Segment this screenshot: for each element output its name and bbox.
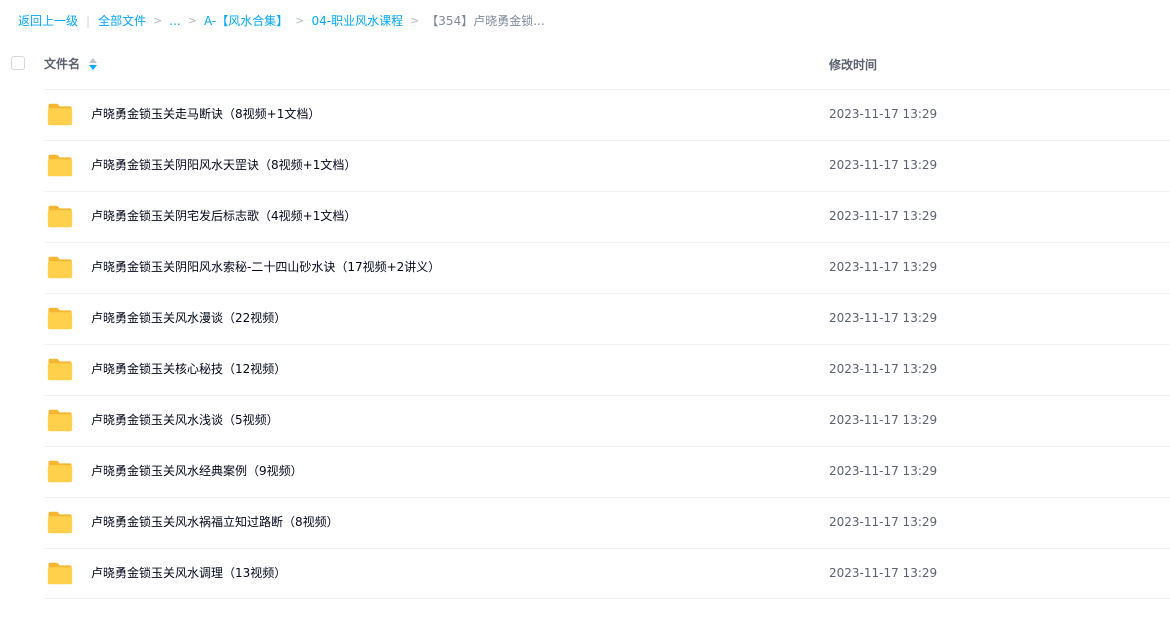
folder-icon (47, 511, 73, 534)
table-row[interactable]: 卢晓勇金锁玉关风水调理（13视频） 2023-11-17 13:29 (0, 548, 1170, 599)
table-row[interactable]: 卢晓勇金锁玉关阴阳风水索秘-二十四山砂水诀（17视频+2讲义） 2023-11-1… (0, 242, 1170, 293)
file-list: 卢晓勇金锁玉关走马断诀（8视频+1文档） 2023-11-17 13:29 卢晓勇金… (0, 89, 1170, 599)
folder-icon (47, 205, 73, 228)
table-row[interactable]: 卢晓勇金锁玉关阴阳风水天罡诀（8视频+1文档） 2023-11-17 13:29 (0, 140, 1170, 191)
file-name[interactable]: 卢晓勇金锁玉关核心秘技（12视频） (91, 361, 286, 377)
folder-icon (47, 562, 73, 585)
file-name[interactable]: 卢晓勇金锁玉关走马断诀（8视频+1文档） (91, 106, 320, 122)
breadcrumb-current: 【354】卢晓勇金锁... (426, 14, 545, 28)
folder-icon (47, 154, 73, 177)
modified-time: 2023-11-17 13:29 (829, 413, 938, 427)
breadcrumb-root[interactable]: 全部文件 (98, 12, 146, 30)
column-header-name-label: 文件名 (44, 57, 81, 71)
modified-time: 2023-11-17 13:29 (829, 260, 938, 274)
modified-time: 2023-11-17 13:29 (829, 311, 938, 325)
column-header-time[interactable]: 修改时间 (829, 56, 877, 73)
folder-icon (47, 307, 73, 330)
folder-icon (47, 256, 73, 279)
file-name[interactable]: 卢晓勇金锁玉关阴阳风水天罡诀（8视频+1文档） (91, 157, 356, 173)
table-row[interactable]: 卢晓勇金锁玉关风水经典案例（9视频） 2023-11-17 13:29 (0, 446, 1170, 497)
column-header-name[interactable]: 文件名 (44, 55, 98, 72)
table-row[interactable]: 卢晓勇金锁玉关风水祸福立知过路断（8视频） 2023-11-17 13:29 (0, 497, 1170, 548)
modified-time: 2023-11-17 13:29 (829, 107, 938, 121)
table-row[interactable]: 卢晓勇金锁玉关风水漫谈（22视频） 2023-11-17 13:29 (0, 293, 1170, 344)
breadcrumb: 返回上一级 | 全部文件 > ... > A-【风水合集】 > 04-职业风水课… (18, 12, 545, 30)
breadcrumb-separator: > (295, 14, 305, 27)
back-link[interactable]: 返回上一级 (18, 12, 78, 30)
table-row[interactable]: 卢晓勇金锁玉关核心秘技（12视频） 2023-11-17 13:29 (0, 344, 1170, 395)
breadcrumb-separator: > (187, 14, 197, 27)
modified-time: 2023-11-17 13:29 (829, 464, 938, 478)
file-name[interactable]: 卢晓勇金锁玉关风水祸福立知过路断（8视频） (91, 514, 339, 530)
file-name[interactable]: 卢晓勇金锁玉关阴宅发后标志歌（4视频+1文档） (91, 208, 356, 224)
file-name[interactable]: 卢晓勇金锁玉关风水经典案例（9视频） (91, 463, 303, 479)
sort-icon[interactable] (89, 57, 98, 70)
file-name[interactable]: 卢晓勇金锁玉关阴阳风水索秘-二十四山砂水诀（17视频+2讲义） (91, 259, 440, 275)
folder-icon (47, 409, 73, 432)
modified-time: 2023-11-17 13:29 (829, 158, 938, 172)
folder-icon (47, 358, 73, 381)
breadcrumb-level1[interactable]: A-【风水合集】 (204, 12, 288, 30)
modified-time: 2023-11-17 13:29 (829, 566, 938, 580)
breadcrumb-separator: > (153, 14, 163, 27)
table-row[interactable]: 卢晓勇金锁玉关风水浅谈（5视频） 2023-11-17 13:29 (0, 395, 1170, 446)
folder-icon (47, 103, 73, 126)
table-row[interactable]: 卢晓勇金锁玉关走马断诀（8视频+1文档） 2023-11-17 13:29 (0, 89, 1170, 140)
file-name[interactable]: 卢晓勇金锁玉关风水浅谈（5视频） (91, 412, 279, 428)
breadcrumb-level2[interactable]: 04-职业风水课程 (311, 12, 403, 30)
modified-time: 2023-11-17 13:29 (829, 515, 938, 529)
breadcrumb-ellipsis[interactable]: ... (169, 12, 180, 30)
table-row[interactable]: 卢晓勇金锁玉关阴宅发后标志歌（4视频+1文档） 2023-11-17 13:29 (0, 191, 1170, 242)
breadcrumb-separator: > (410, 14, 420, 27)
modified-time: 2023-11-17 13:29 (829, 209, 938, 223)
modified-time: 2023-11-17 13:29 (829, 362, 938, 376)
breadcrumb-divider: | (86, 14, 91, 28)
file-browser: 返回上一级 | 全部文件 > ... > A-【风水合集】 > 04-职业风水课… (0, 0, 1170, 624)
table-header: 文件名 修改时间 (0, 48, 1170, 80)
file-name[interactable]: 卢晓勇金锁玉关风水漫谈（22视频） (91, 310, 286, 326)
select-all-checkbox[interactable] (11, 56, 25, 70)
folder-icon (47, 460, 73, 483)
file-name[interactable]: 卢晓勇金锁玉关风水调理（13视频） (91, 565, 286, 581)
